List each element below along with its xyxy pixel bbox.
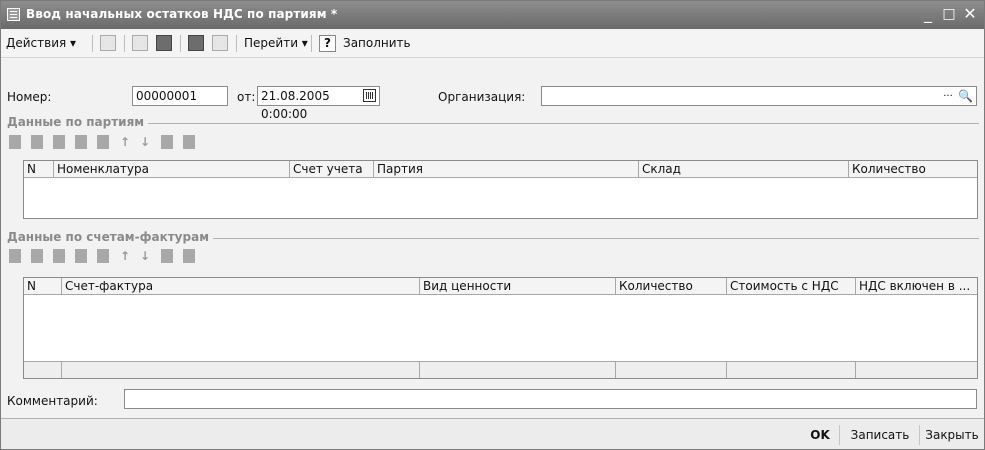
number-field[interactable]: 00000001 (132, 86, 228, 106)
search-icon[interactable]: 🔍 (958, 88, 973, 104)
move-down-icon[interactable]: ↓ (139, 135, 151, 149)
bottom-button-bar: OK Записать Закрыть (1, 418, 984, 449)
end-edit-icon[interactable] (97, 249, 109, 263)
column-header[interactable]: Счет-фактура (62, 278, 420, 294)
edit-row-icon[interactable] (53, 135, 65, 149)
toolbar-separator (92, 35, 93, 52)
invoices-table-header: N Счет-фактура Вид ценности Количество С… (24, 278, 977, 295)
column-header[interactable]: N (24, 278, 62, 294)
delete-row-icon[interactable] (75, 249, 87, 263)
toolbar-separator (180, 35, 181, 52)
actions-menu[interactable]: Действия ▾ (6, 34, 76, 52)
add-row-icon[interactable] (9, 135, 21, 149)
section-divider (21, 123, 979, 124)
number-label: Номер: (7, 90, 52, 104)
end-edit-icon[interactable] (97, 135, 109, 149)
date-label: от: (237, 90, 256, 104)
movements-icon[interactable] (188, 35, 204, 51)
comment-field[interactable] (124, 389, 977, 409)
batches-table[interactable]: N Номенклатура Счет учета Партия Склад К… (23, 160, 978, 219)
column-header[interactable]: Количество (849, 161, 977, 177)
button-separator (919, 425, 920, 445)
organization-field[interactable] (541, 86, 977, 106)
sort-desc-icon[interactable] (183, 249, 195, 263)
invoices-table[interactable]: N Счет-фактура Вид ценности Количество С… (23, 277, 978, 379)
copy-row-icon[interactable] (31, 249, 43, 263)
goto-menu[interactable]: Перейти ▾ (244, 34, 308, 52)
move-up-icon[interactable]: ↑ (119, 249, 131, 263)
batches-table-header: N Номенклатура Счет учета Партия Склад К… (24, 161, 977, 178)
move-down-icon[interactable]: ↓ (139, 249, 151, 263)
post-document-icon[interactable] (100, 35, 116, 51)
close-button[interactable]: ✕ (960, 4, 980, 24)
toolbar: Действия ▾ Перейти ▾ ? Заполнить (1, 29, 984, 58)
column-header[interactable]: Стоимость с НДС (727, 278, 856, 294)
move-up-icon[interactable]: ↑ (119, 135, 131, 149)
add-row-icon[interactable] (9, 249, 21, 263)
ok-button[interactable]: OK (805, 426, 835, 444)
column-header[interactable]: НДС включен в ... (856, 278, 977, 294)
copy-icon[interactable] (132, 35, 148, 51)
column-header[interactable]: Количество (616, 278, 727, 294)
footer-cell (727, 362, 856, 378)
toolbar-separator (311, 35, 312, 52)
invoices-table-footer (24, 361, 977, 378)
edit-row-icon[interactable] (53, 249, 65, 263)
select-button[interactable]: ... (942, 88, 954, 104)
help-icon[interactable]: ? (319, 35, 336, 52)
footer-cell (62, 362, 420, 378)
footer-cell (24, 362, 62, 378)
title-bar[interactable]: Ввод начальных остатков НДС по партиям *… (1, 1, 984, 29)
save-button[interactable]: Записать (844, 426, 916, 444)
footer-cell (420, 362, 616, 378)
copy-row-icon[interactable] (31, 135, 43, 149)
structure-icon[interactable] (156, 35, 172, 51)
organization-label: Организация: (438, 90, 526, 104)
window-title: Ввод начальных остатков НДС по партиям * (26, 7, 338, 21)
print-icon[interactable] (212, 35, 228, 51)
document-window: Ввод начальных остатков НДС по партиям *… (0, 0, 985, 450)
column-header[interactable]: Номенклатура (54, 161, 290, 177)
sort-desc-icon[interactable] (183, 135, 195, 149)
comment-label: Комментарий: (7, 394, 98, 408)
column-header[interactable]: Вид ценности (420, 278, 616, 294)
batches-section-title: Данные по партиям (7, 115, 149, 129)
sort-asc-icon[interactable] (161, 249, 173, 263)
column-header[interactable]: Партия (374, 161, 639, 177)
toolbar-separator (124, 35, 125, 52)
footer-cell (616, 362, 727, 378)
column-header[interactable]: N (24, 161, 54, 177)
close-form-button[interactable]: Закрыть (922, 426, 982, 444)
maximize-button[interactable]: □ (939, 4, 959, 24)
column-header[interactable]: Склад (639, 161, 849, 177)
document-icon (7, 8, 20, 21)
column-header[interactable]: Счет учета (290, 161, 374, 177)
delete-row-icon[interactable] (75, 135, 87, 149)
sort-asc-icon[interactable] (161, 135, 173, 149)
button-separator (839, 425, 840, 445)
minimize-button[interactable]: _ (918, 4, 938, 24)
invoices-section-title: Данные по счетам-фактурам (7, 230, 214, 244)
calendar-icon[interactable] (363, 89, 376, 102)
date-field[interactable]: 21.08.2005 0:00:00 (257, 86, 380, 121)
fill-button[interactable]: Заполнить (343, 34, 411, 52)
toolbar-separator (236, 35, 237, 52)
